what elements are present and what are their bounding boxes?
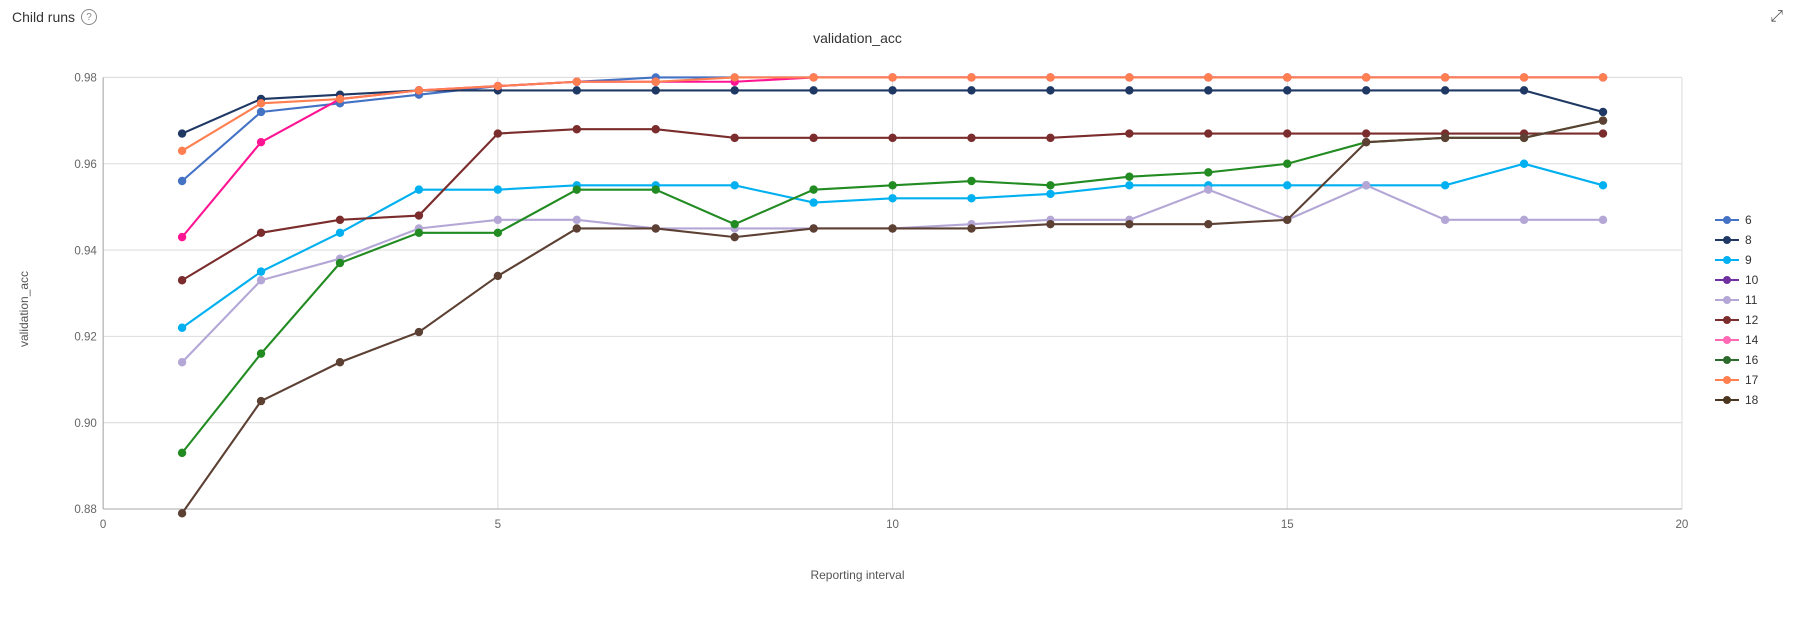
- legend-item-6: 6: [1715, 213, 1783, 227]
- legend-label-12: 12: [1745, 313, 1758, 327]
- legend-line-16: [1715, 355, 1739, 365]
- svg-text:0.98: 0.98: [74, 73, 97, 85]
- svg-text:0.90: 0.90: [74, 418, 97, 430]
- chart-wrapper: validation_acc validation_acc 0.880.900.…: [12, 30, 1703, 590]
- legend-item-16: 16: [1715, 353, 1783, 367]
- legend-item-9: 9: [1715, 253, 1783, 267]
- legend-item-12: 12: [1715, 313, 1783, 327]
- svg-text:0.92: 0.92: [74, 332, 97, 344]
- svg-text:0.96: 0.96: [74, 159, 97, 171]
- y-axis-label: validation_acc: [12, 54, 36, 564]
- legend-item-14: 14: [1715, 333, 1783, 347]
- legend-line-18: [1715, 395, 1739, 405]
- main-chart-svg: 0.88 0.90 0.92 0.94 0.96 0.98 0 5 10 15 20: [40, 54, 1703, 564]
- chart-title: validation_acc: [12, 30, 1703, 46]
- svg-text:10: 10: [886, 519, 899, 531]
- legend-label-9: 9: [1745, 253, 1752, 267]
- svg-text:0: 0: [100, 519, 106, 531]
- legend-line-11: [1715, 295, 1739, 305]
- expand-icon[interactable]: ⤢: [1770, 8, 1783, 26]
- chart-inner: validation_acc 0.880.900.920.940.960.980…: [12, 54, 1703, 564]
- legend-label-14: 14: [1745, 333, 1758, 347]
- chart-area: validation_acc validation_acc 0.880.900.…: [12, 30, 1783, 590]
- chart-plot-area: 0.88 0.90 0.92 0.94 0.96 0.98 0 5 10 15 20: [40, 54, 1703, 564]
- legend-label-6: 6: [1745, 213, 1752, 227]
- legend-item-18: 18: [1715, 393, 1783, 407]
- svg-text:20: 20: [1676, 519, 1689, 531]
- legend-label-16: 16: [1745, 353, 1758, 367]
- legend-line-10: [1715, 275, 1739, 285]
- legend-label-10: 10: [1745, 273, 1758, 287]
- help-icon[interactable]: ?: [81, 9, 97, 25]
- header: Child runs ? ⤢: [12, 8, 1783, 26]
- legend-line-9: [1715, 255, 1739, 265]
- x-axis-label: Reporting interval: [12, 568, 1703, 582]
- svg-text:0.88: 0.88: [74, 504, 97, 516]
- panel-title: Child runs: [12, 9, 75, 25]
- svg-text:15: 15: [1281, 519, 1294, 531]
- legend-item-10: 10: [1715, 273, 1783, 287]
- legend-item-8: 8: [1715, 233, 1783, 247]
- svg-text:5: 5: [495, 519, 501, 531]
- svg-text:0.94: 0.94: [74, 245, 97, 257]
- legend-line-17: [1715, 375, 1739, 385]
- legend: 6 8 9 10 11 12: [1703, 30, 1783, 590]
- legend-line-6: [1715, 215, 1739, 225]
- header-left: Child runs ?: [12, 9, 97, 25]
- legend-label-17: 17: [1745, 373, 1758, 387]
- legend-line-14: [1715, 335, 1739, 345]
- legend-label-18: 18: [1745, 393, 1758, 407]
- legend-item-11: 11: [1715, 293, 1783, 307]
- legend-line-8: [1715, 235, 1739, 245]
- legend-label-11: 11: [1745, 293, 1757, 307]
- legend-line-12: [1715, 315, 1739, 325]
- legend-item-17: 17: [1715, 373, 1783, 387]
- legend-label-8: 8: [1745, 233, 1752, 247]
- main-container: Child runs ? ⤢ validation_acc validation…: [0, 0, 1795, 644]
